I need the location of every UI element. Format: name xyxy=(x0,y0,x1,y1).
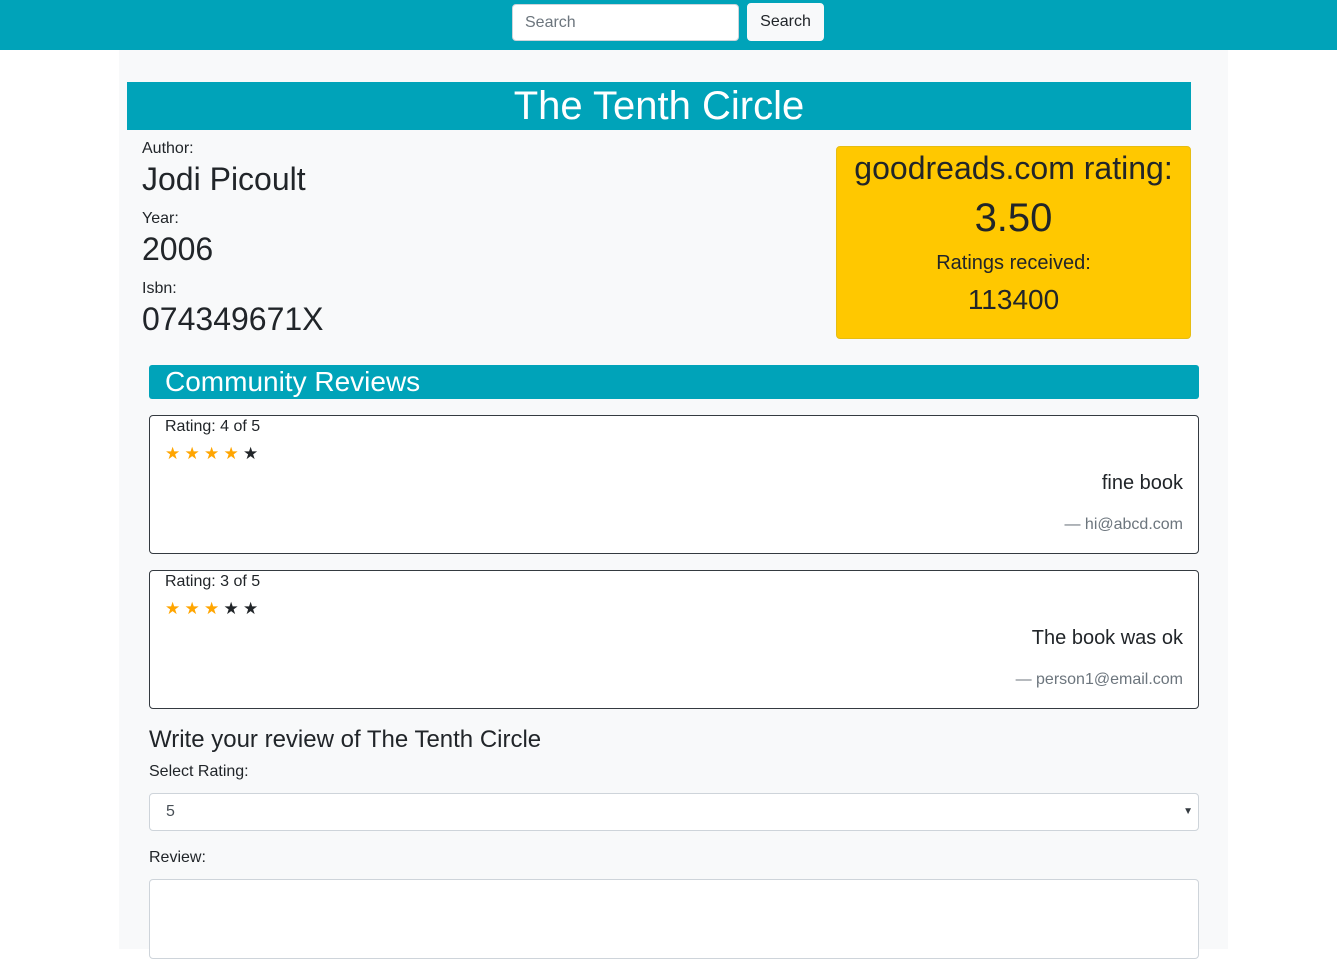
ratings-count: 113400 xyxy=(967,284,1060,315)
review-card: Rating: 3 of 5 ★ ★ ★ ★ ★ The book was ok — p… xyxy=(149,570,1199,709)
star-icon: ★ xyxy=(184,599,200,618)
review-rating-text: Rating: 3 of 5 xyxy=(165,573,261,590)
goodreads-average: 3.50 xyxy=(974,196,1053,240)
year-block: Year: 2006 xyxy=(142,209,213,269)
review-text: The book was ok xyxy=(1031,627,1183,649)
year-label: Year: xyxy=(142,210,179,227)
isbn-label: Isbn: xyxy=(142,280,177,297)
ratings-count-label: Ratings received: xyxy=(936,252,1091,274)
main-container: The Tenth Circle Author: Jodi Picoult Ye… xyxy=(119,50,1228,959)
review-card: Rating: 4 of 5 ★ ★ ★ ★ ★ fine book — hi@abcd… xyxy=(149,415,1199,554)
star-icon: ★ xyxy=(243,444,259,463)
isbn-block: Isbn: 074349671X xyxy=(142,279,324,339)
star-rating: ★ ★ ★ ★ ★ xyxy=(165,599,263,619)
navbar: Search xyxy=(0,0,1337,50)
review-textarea[interactable] xyxy=(149,879,1199,959)
book-title: The Tenth Circle xyxy=(127,82,1191,130)
review-author: — hi@abcd.com xyxy=(1064,516,1183,533)
star-icon: ★ xyxy=(204,599,220,618)
chevron-down-icon: ▼ xyxy=(1183,806,1193,817)
rating-select-value: 5 xyxy=(166,803,175,820)
review-author: — person1@email.com xyxy=(1015,671,1183,688)
star-icon: ★ xyxy=(223,599,239,618)
goodreads-title: goodreads.com rating: xyxy=(854,150,1173,186)
star-icon: ★ xyxy=(165,599,181,618)
write-review-heading: Write your review of The Tenth Circle xyxy=(149,726,542,753)
author-block: Author: Jodi Picoult xyxy=(142,139,306,199)
star-icon: ★ xyxy=(165,444,181,463)
rating-select-label: Select Rating: xyxy=(149,763,249,780)
author-value: Jodi Picoult xyxy=(142,161,306,197)
author-label: Author: xyxy=(142,140,194,157)
star-icon: ★ xyxy=(184,444,200,463)
star-icon: ★ xyxy=(223,444,239,463)
star-icon: ★ xyxy=(243,599,259,618)
year-value: 2006 xyxy=(142,231,214,267)
review-rating-text: Rating: 4 of 5 xyxy=(165,418,261,435)
rating-select[interactable]: 5 ▼ xyxy=(149,793,1199,831)
review-field-label: Review: xyxy=(149,849,206,866)
search-input[interactable] xyxy=(512,4,739,41)
star-icon: ★ xyxy=(204,444,220,463)
review-text: fine book xyxy=(1101,472,1183,494)
community-reviews-header: Community Reviews xyxy=(149,365,1199,399)
goodreads-rating-box: goodreads.com rating: 3.50 Ratings recei… xyxy=(836,146,1191,339)
star-rating: ★ ★ ★ ★ ★ xyxy=(165,444,263,464)
search-button[interactable]: Search xyxy=(747,3,824,41)
isbn-value: 074349671X xyxy=(142,301,324,337)
